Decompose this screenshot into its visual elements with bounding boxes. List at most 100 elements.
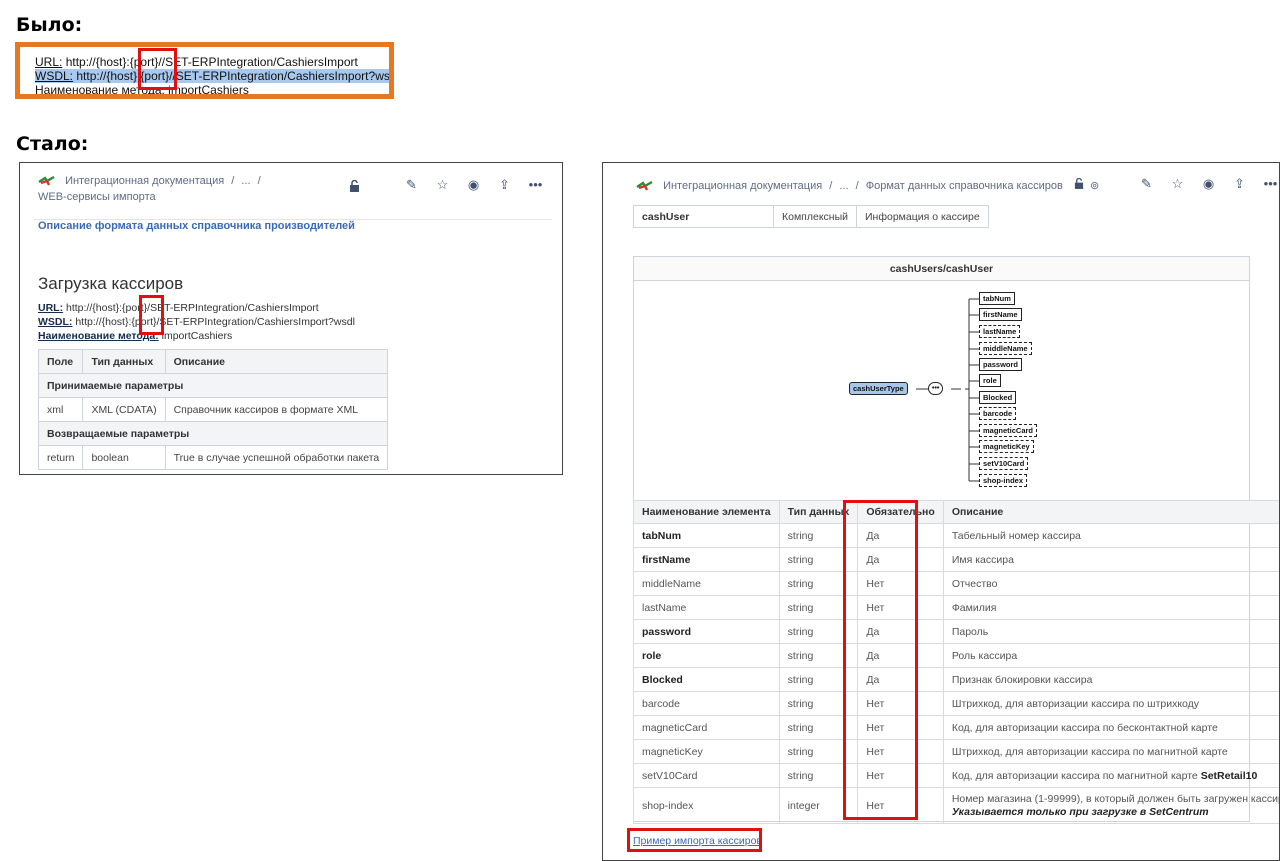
element-description: Код, для авторизации кассира по магнитно… xyxy=(942,763,1279,788)
element-required: Нет xyxy=(857,571,944,596)
description-text: Роль кассира xyxy=(951,649,1018,662)
breadcrumb-sep: / xyxy=(231,175,235,187)
method-line: Наименование метода: importCashiers xyxy=(38,330,232,342)
url-label: URL: xyxy=(38,302,64,314)
element-name: firstName xyxy=(633,547,780,572)
old-wsdl-label: WSDL: xyxy=(35,69,74,83)
element-description: Имя кассира xyxy=(942,547,1279,572)
element-name: magneticKey xyxy=(633,739,780,764)
element-type: string xyxy=(778,571,859,596)
cell: return xyxy=(37,445,84,470)
col-element: Наименование элемента xyxy=(633,500,780,524)
table-row: shop-index integer Нет Номер магазина (1-99… xyxy=(633,787,1280,824)
element-type: string xyxy=(778,763,859,788)
cell: Справочник кассиров в формате XML xyxy=(164,397,389,422)
element-description: Пароль xyxy=(942,619,1279,644)
method-value: importCashiers xyxy=(161,330,233,342)
element-name: setV10Card xyxy=(633,763,780,788)
old-url-label: URL: xyxy=(35,55,63,69)
diagram-field-node: setV10Card xyxy=(979,457,1029,470)
elements-table: Наименование элемента Тип данных Обязате… xyxy=(633,500,1280,824)
element-type: string xyxy=(778,715,859,740)
section-link[interactable]: Описание формата данных справочника прои… xyxy=(38,220,355,232)
table-row: xml XML (CDATA) Справочник кассиров в фо… xyxy=(37,397,389,422)
description-text: Имя кассира xyxy=(951,553,1014,566)
cell: xml xyxy=(37,397,84,422)
table-header-row: Наименование элемента Тип данных Обязате… xyxy=(633,500,1279,524)
table-row: lastName string Нет Фамилия xyxy=(633,595,1279,620)
table-row: tabNum string Да Табельный номер кассира xyxy=(633,523,1279,548)
element-name: middleName xyxy=(633,571,780,596)
element-required: Да xyxy=(857,667,944,692)
element-description: Отчество xyxy=(942,571,1279,596)
table-row: Blocked string Да Признак блокировки кассир… xyxy=(633,667,1279,692)
element-name: magneticCard xyxy=(633,715,780,740)
diagram-field-node: barcode xyxy=(979,407,1017,420)
wsdl-label: WSDL: xyxy=(38,316,73,328)
element-description: Код, для авторизации кассира по бесконта… xyxy=(942,715,1279,740)
element-required: Нет xyxy=(857,595,944,620)
element-name: password xyxy=(633,619,780,644)
element-name: shop-index xyxy=(633,787,780,824)
diagram-field-node: password xyxy=(979,358,1023,371)
logo-icon xyxy=(38,176,55,186)
element-required: Нет xyxy=(857,691,944,716)
old-wsdl-line: WSDL: http://{host}:{port}//SET-ERPInteg… xyxy=(35,69,394,83)
diagram-root-node: cashUserType xyxy=(849,382,908,395)
after-heading: Стало: xyxy=(16,133,89,155)
element-required: Нет xyxy=(857,763,944,788)
element-name: role xyxy=(633,643,780,668)
star-icon[interactable]: ☆ xyxy=(427,177,458,193)
element-required: Да xyxy=(857,619,944,644)
description-text: Номер магазина (1-99999), в который долж… xyxy=(951,792,1280,805)
old-wsdl-value: http://{host}:{port}//SET-ERPIntegration… xyxy=(76,69,394,83)
col-desc: Описание xyxy=(164,349,389,374)
old-method-line: Наименование метода: importCashiers xyxy=(35,83,249,97)
table-row: setV10Card string Нет Код, для авторизации … xyxy=(633,763,1279,788)
breadcrumb-current[interactable]: WEB-сервисы импорта xyxy=(38,191,156,203)
table-row: firstName string Да Имя кассира xyxy=(633,547,1279,572)
element-required: Нет xyxy=(857,739,944,764)
description-text: Фамилия xyxy=(951,601,997,614)
cell: XML (CDATA) xyxy=(82,397,166,422)
col-type: Тип данных xyxy=(82,349,166,374)
breadcrumb-sep: / xyxy=(257,175,261,187)
watch-icon[interactable]: ◉ xyxy=(458,177,489,193)
left-toolbar: ✎ ☆ ◉ ⇪ ••• xyxy=(396,177,551,193)
more-icon[interactable]: ••• xyxy=(520,177,551,193)
element-description: Роль кассира xyxy=(942,643,1279,668)
element-type: string xyxy=(778,595,859,620)
element-name: tabNum xyxy=(633,523,780,548)
element-type: string xyxy=(778,523,859,548)
description-text: Код, для авторизации кассира по магнитно… xyxy=(951,769,1198,782)
element-name: lastName xyxy=(633,595,780,620)
table-header-row: Поле Тип данных Описание xyxy=(37,349,389,374)
element-required: Да xyxy=(857,547,944,572)
edit-icon[interactable]: ✎ xyxy=(396,177,427,193)
group-output: Возвращаемые параметры xyxy=(37,421,389,446)
share-icon[interactable]: ⇪ xyxy=(489,177,520,193)
description-text: Штрихкод, для авторизации кассира по штр… xyxy=(951,697,1200,710)
element-description: Табельный номер кассира xyxy=(942,523,1279,548)
diagram-field-node: magneticCard xyxy=(979,424,1038,437)
diagram-field-node: firstName xyxy=(979,308,1022,321)
table-row: barcode string Нет Штрихкод, для авторизаци… xyxy=(633,691,1279,716)
breadcrumb-root[interactable]: Интеграционная документация xyxy=(65,175,224,187)
table-row: return boolean True в случае успешной об… xyxy=(37,445,389,470)
example-import-link[interactable]: Пример импорта кассиров xyxy=(633,835,762,847)
breadcrumb-ellipsis[interactable]: ... xyxy=(241,175,250,187)
diagram-field-node: middleName xyxy=(979,342,1032,355)
left-breadcrumb: Интеграционная документация / ... / xyxy=(38,175,265,187)
col-required: Обязательно xyxy=(857,500,944,524)
old-url-snippet: URL: http://{host}:{port}//SET-ERPIntegr… xyxy=(15,42,394,99)
element-type: string xyxy=(778,691,859,716)
right-page-panel: Интеграционная документация / ... / Форм… xyxy=(602,162,1280,861)
lock-icon[interactable] xyxy=(349,179,360,195)
table-row: magneticCard string Нет Код, для авторизаци… xyxy=(633,715,1279,740)
element-description: Штрихкод, для авторизации кассира по маг… xyxy=(942,739,1279,764)
element-type: string xyxy=(778,547,859,572)
url-value: http://{host}:{port}/SET-ERPIntegration/… xyxy=(66,302,319,314)
diagram-field-node: magneticKey xyxy=(979,440,1034,453)
description-text: Штрихкод, для авторизации кассира по маг… xyxy=(951,745,1228,758)
table-row: password string Да Пароль xyxy=(633,619,1279,644)
